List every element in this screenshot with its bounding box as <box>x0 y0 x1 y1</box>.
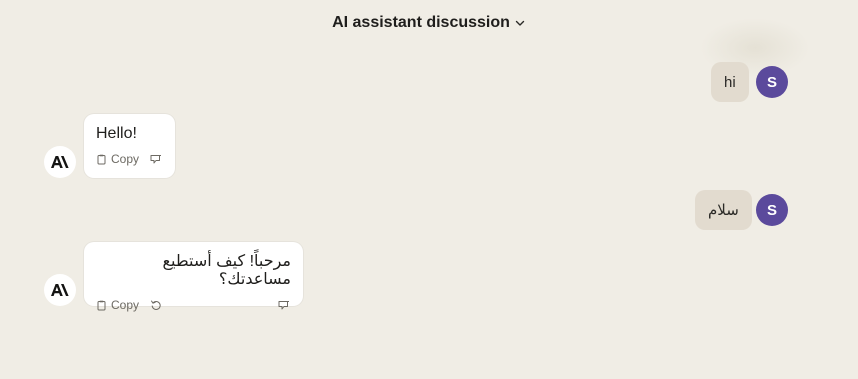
thumbs-down-icon <box>278 300 289 309</box>
avatar-initial: S <box>766 73 777 91</box>
copy-button[interactable]: Copy <box>96 152 139 166</box>
assistant-avatar <box>44 274 76 306</box>
user-avatar[interactable]: S <box>756 66 788 98</box>
assistant-message: Hello! Copy <box>84 114 175 178</box>
user-avatar[interactable]: S <box>756 194 788 226</box>
copy-button[interactable]: Copy <box>96 298 139 312</box>
user-message: hi <box>711 62 749 102</box>
thumbs-down-icon <box>150 154 161 163</box>
user-message-text: hi <box>724 73 736 91</box>
conversation-title-button[interactable]: AI assistant discussion <box>328 14 530 32</box>
assistant-message-text: مرحباً! كيف أستطيع مساعدتك؟ <box>162 253 291 288</box>
user-message: سلام <box>695 190 752 230</box>
retry-icon <box>151 300 161 310</box>
copy-label: Copy <box>111 152 140 166</box>
conversation-title: AI assistant discussion <box>332 14 510 31</box>
thumbs-down-button[interactable] <box>149 152 163 166</box>
copy-icon <box>97 154 106 164</box>
anthropic-logo-icon <box>51 156 69 168</box>
user-message-text: سلام <box>708 202 739 219</box>
message-actions: Copy <box>96 152 163 166</box>
avatar-initial: S <box>766 201 777 219</box>
retry-button[interactable] <box>149 298 163 312</box>
thumbs-down-button[interactable] <box>277 298 291 312</box>
assistant-avatar <box>44 146 76 178</box>
chevron-down-icon <box>515 20 525 26</box>
message-actions: Copy <box>96 298 291 312</box>
copy-label: Copy <box>111 298 140 312</box>
copy-icon <box>97 300 106 310</box>
assistant-message-text: Hello! <box>96 125 137 142</box>
header: AI assistant discussion <box>0 12 858 34</box>
assistant-message: مرحباً! كيف أستطيع مساعدتك؟ Copy <box>84 242 303 312</box>
anthropic-logo-icon <box>51 284 69 296</box>
